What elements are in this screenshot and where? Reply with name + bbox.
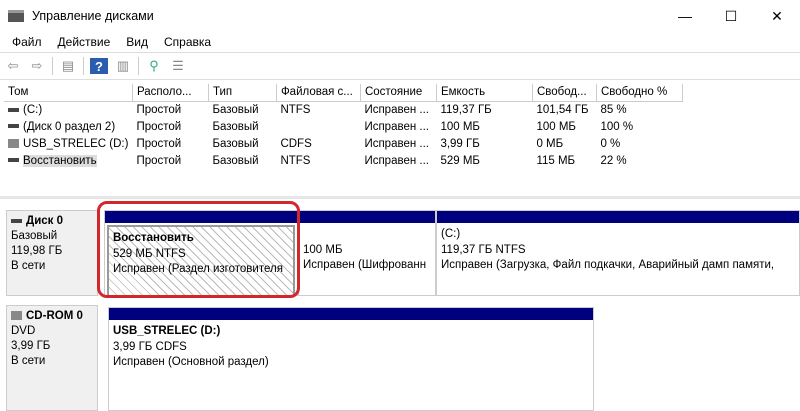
- col-free-percent[interactable]: Свободно %: [596, 84, 683, 102]
- properties-icon[interactable]: ☰: [169, 58, 187, 74]
- cell: 85 %: [600, 103, 627, 116]
- window-title: Управление дисками: [32, 9, 154, 23]
- menu-action[interactable]: Действие: [50, 35, 119, 49]
- maximize-button[interactable]: ☐: [708, 0, 754, 32]
- forward-icon[interactable]: ⇨: [28, 58, 46, 74]
- cell: 115 МБ: [536, 154, 576, 167]
- console-tree-icon[interactable]: ▤: [59, 58, 77, 74]
- disk-status: В сети: [11, 260, 46, 272]
- cdrom-icon: [11, 311, 22, 321]
- cell: (C:): [23, 103, 43, 116]
- cell: Простой: [136, 120, 182, 133]
- volume-icon: [8, 158, 19, 163]
- cell: CDFS: [280, 137, 312, 150]
- table-row[interactable]: Восстановить Простой Базовый NTFS Исправен .…: [4, 152, 682, 169]
- disk-name: CD-ROM 0: [26, 310, 83, 322]
- cell: 22 %: [600, 154, 627, 167]
- disk-status: В сети: [11, 355, 46, 367]
- table-row[interactable]: (C:) Простой Базовый NTFS Исправен ... 119,37…: [4, 101, 682, 118]
- partition-status: Исправен (Загрузка, Файл подкачки, Авари…: [441, 259, 775, 271]
- disk-0-info[interactable]: Диск 0 Базовый 119,98 ГБ В сети: [6, 210, 98, 296]
- col-filesystem[interactable]: Файловая с...: [276, 84, 361, 102]
- cell: 101,54 ГБ: [536, 103, 589, 116]
- table-row[interactable]: (Диск 0 раздел 2) Простой Базовый Исправен …: [4, 118, 682, 135]
- separator: [138, 57, 139, 75]
- action-pane-icon[interactable]: ▥: [114, 58, 132, 74]
- cell: 529 МБ: [440, 154, 480, 167]
- partition-efi[interactable]: 100 МБ Исправен (Шифрованн: [298, 210, 436, 296]
- cell: NTFS: [280, 154, 311, 167]
- disk-type: DVD: [11, 325, 36, 337]
- menu-bar: Файл Действие Вид Справка: [0, 32, 800, 52]
- cdrom-0-info[interactable]: CD-ROM 0 DVD 3,99 ГБ В сети: [6, 305, 98, 411]
- partition-name: USB_STRELEC (D:): [113, 325, 221, 337]
- separator: [52, 57, 53, 75]
- disk-type: Базовый: [11, 230, 58, 242]
- cdrom-icon: [8, 138, 19, 148]
- partition-c[interactable]: (C:) 119,37 ГБ NTFS Исправен (Загрузка, Фа…: [436, 210, 800, 296]
- help-icon[interactable]: ?: [90, 58, 108, 74]
- cell: Базовый: [212, 120, 259, 133]
- cell: [276, 118, 360, 135]
- disk-size: 3,99 ГБ: [11, 340, 51, 352]
- volume-icon: [8, 107, 19, 112]
- cell: USB_STRELEC (D:): [23, 137, 129, 150]
- connect-icon[interactable]: ⚲: [145, 58, 163, 74]
- cell: Исправен ...: [364, 103, 429, 116]
- cell: Простой: [136, 154, 182, 167]
- menu-help[interactable]: Справка: [156, 35, 219, 49]
- header-row: Том Располо... Тип Файловая с... Состоян…: [4, 84, 683, 102]
- volume-list: Том Располо... Тип Файловая с... Состоян…: [4, 84, 683, 169]
- cell: 100 МБ: [440, 120, 480, 133]
- cell: Базовый: [212, 154, 259, 167]
- cell: (Диск 0 раздел 2): [23, 120, 116, 133]
- back-icon[interactable]: ⇦: [4, 58, 22, 74]
- col-capacity[interactable]: Емкость: [436, 84, 533, 102]
- cell: Восстановить: [23, 154, 97, 167]
- cell: NTFS: [280, 103, 311, 116]
- disk-name: Диск 0: [26, 215, 64, 227]
- separator: [83, 57, 84, 75]
- cell: Исправен ...: [364, 120, 429, 133]
- partition-status: Исправен (Шифрованн: [303, 259, 427, 271]
- highlight-annotation: [97, 201, 300, 298]
- cell: 0 %: [600, 137, 621, 150]
- cell: 0 МБ: [536, 137, 564, 150]
- disk-size: 119,98 ГБ: [11, 245, 63, 257]
- minimize-button[interactable]: —: [662, 0, 708, 32]
- partition-status: Исправен (Основной раздел): [113, 356, 269, 368]
- col-free[interactable]: Свобод...: [532, 84, 597, 102]
- cell: Базовый: [212, 137, 259, 150]
- cell: Базовый: [212, 103, 259, 116]
- col-volume[interactable]: Том: [4, 84, 133, 102]
- col-type[interactable]: Тип: [208, 84, 277, 102]
- cell: 119,37 ГБ: [440, 103, 492, 116]
- partition-size: 100 МБ: [303, 243, 343, 256]
- table-row[interactable]: USB_STRELEC (D:) Простой Базовый CDFS Исправ…: [4, 135, 682, 152]
- volume-icon: [8, 124, 19, 129]
- partition-name: (C:): [441, 228, 461, 240]
- menu-file[interactable]: Файл: [4, 35, 50, 49]
- cell: 100 МБ: [536, 120, 576, 133]
- disk-icon: [11, 218, 22, 223]
- close-button[interactable]: ✕: [754, 0, 800, 32]
- cell: Исправен ...: [364, 154, 429, 167]
- cell: 100 %: [600, 120, 634, 133]
- col-status[interactable]: Состояние: [360, 84, 437, 102]
- disk-management-icon: [8, 10, 24, 22]
- cell: 3,99 ГБ: [440, 137, 480, 150]
- col-layout[interactable]: Располо...: [132, 84, 209, 102]
- toolbar: ⇦ ⇨ ▤ ? ▥ ⚲ ☰: [0, 52, 800, 80]
- partition-size: 3,99 ГБ CDFS: [113, 340, 187, 353]
- cell: Простой: [136, 103, 182, 116]
- cell: Исправен ...: [364, 137, 429, 150]
- partition-usb-strelec[interactable]: USB_STRELEC (D:) 3,99 ГБ CDFS Исправен (Ос…: [108, 307, 594, 411]
- partition-size: 119,37 ГБ NTFS: [441, 243, 526, 256]
- menu-view[interactable]: Вид: [118, 35, 156, 49]
- cell: Простой: [136, 137, 182, 150]
